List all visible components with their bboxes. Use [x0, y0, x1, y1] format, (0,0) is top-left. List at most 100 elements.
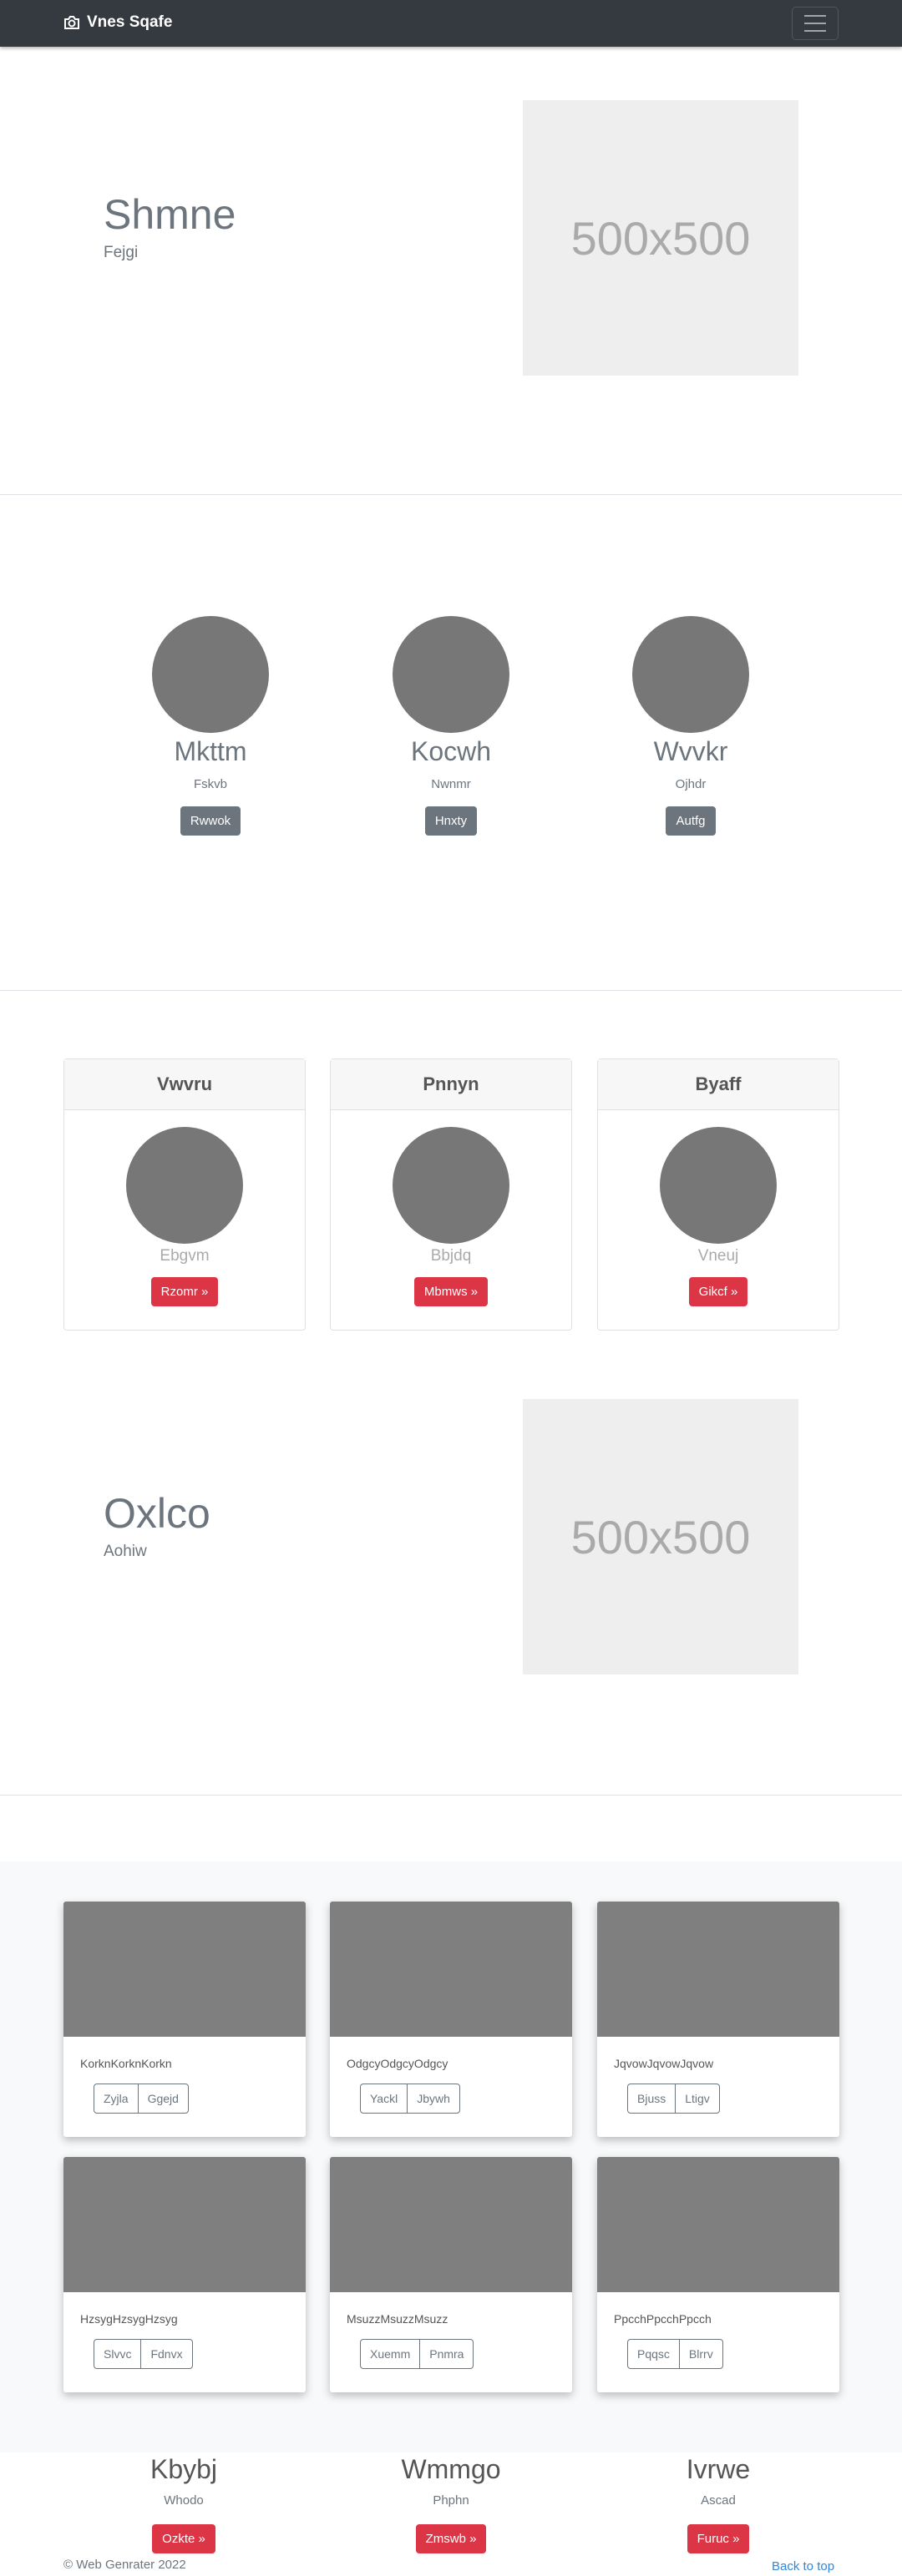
avatar	[152, 616, 269, 733]
brand-link[interactable]: Vnes Sqafe	[63, 13, 172, 32]
navbar: Vnes Sqafe	[0, 0, 902, 47]
button-group: Pqqsc Blrrv	[627, 2339, 723, 2369]
member-name: Mkttm	[174, 736, 247, 766]
card-header: Pnnyn	[331, 1059, 571, 1110]
card-header: Byaff	[598, 1059, 839, 1110]
member-role: Ojhdr	[675, 777, 707, 791]
button-group: Xuemm Pnmra	[360, 2339, 474, 2369]
album-card: PpcchPpcchPpcch Pqqsc Blrrv	[597, 2157, 839, 2392]
card-text: KorknKorknKorkn	[80, 2057, 172, 2070]
edit-button[interactable]: Jbywh	[407, 2084, 459, 2113]
marketing-subtitle: Phphn	[433, 2493, 469, 2508]
album-card: MsuzzMsuzzMsuzz Xuemm Pnmra	[330, 2157, 572, 2392]
avatar	[660, 1127, 777, 1244]
hero-text: Oxlco Aohiw	[104, 1493, 210, 1561]
card-image-placeholder	[330, 2157, 572, 2292]
card-text: HzsygHzsygHzsyg	[80, 2312, 178, 2326]
card-image-placeholder	[597, 1902, 839, 2037]
member-name: Wvvkr	[653, 736, 728, 766]
edit-button[interactable]: Ltigv	[675, 2084, 719, 2113]
edit-button[interactable]: Blrrv	[678, 2340, 722, 2368]
navbar-toggler-button[interactable]	[792, 7, 839, 40]
card-text: MsuzzMsuzzMsuzz	[347, 2312, 448, 2326]
team-member: Kocwh Nwnmr Hnxty	[376, 616, 526, 836]
card-text: JqvowJqvowJqvow	[614, 2057, 714, 2070]
avatar	[126, 1127, 243, 1244]
avatar	[393, 1127, 509, 1244]
brand-name: Vnes Sqafe	[87, 13, 173, 31]
footer-copyright: © Web Genrater 2022	[63, 2558, 186, 2572]
album-card: JqvowJqvowJqvow Bjuss Ltigv	[597, 1902, 839, 2137]
album-card: OdgcyOdgcyOdgcy Yackl Jbywh	[330, 1902, 572, 2137]
member-button[interactable]: Rwwok	[180, 806, 241, 836]
card-button[interactable]: Rzomr »	[150, 1277, 219, 1306]
card-subtitle: Bbjdq	[430, 1247, 472, 1265]
view-button[interactable]: Slvvc	[94, 2340, 140, 2368]
profile-card: Byaff Vneuj Gikcf »	[597, 1058, 839, 1331]
view-button[interactable]: Pqqsc	[628, 2340, 679, 2368]
member-button[interactable]: Hnxty	[424, 806, 478, 836]
section-divider	[0, 1795, 902, 1796]
hero-subtitle: Aohiw	[104, 1543, 147, 1560]
section-divider	[0, 494, 902, 495]
hero-subtitle: Fejgi	[104, 244, 139, 261]
view-button[interactable]: Bjuss	[628, 2084, 675, 2113]
card-button[interactable]: Gikcf »	[688, 1277, 748, 1306]
marketing-button[interactable]: Zmswb »	[415, 2524, 487, 2553]
team-member: Mkttm Fskvb Rwwok	[135, 616, 286, 836]
card-image-placeholder	[63, 2157, 306, 2292]
button-group: Zyjla Ggejd	[94, 2084, 189, 2114]
card-button[interactable]: Mbmws »	[413, 1277, 489, 1306]
card-subtitle: Ebgvm	[160, 1247, 210, 1265]
marketing-button[interactable]: Furuc »	[687, 2524, 750, 2553]
album-card: KorknKorknKorkn Zyjla Ggejd	[63, 1902, 306, 2137]
hero-text: Shmne Fejgi	[104, 194, 236, 262]
card-subtitle: Vneuj	[697, 1247, 739, 1265]
card-image-placeholder	[63, 1902, 306, 2037]
hero-image-placeholder: 500x500	[523, 100, 798, 376]
marketing-subtitle: Ascad	[701, 2493, 736, 2508]
member-role: Fskvb	[193, 777, 227, 791]
team-member: Wvvkr Ojhdr Autfg	[616, 616, 766, 836]
edit-button[interactable]: Ggejd	[137, 2084, 188, 2113]
avatar	[393, 616, 509, 733]
hero-title: Shmne	[104, 191, 236, 238]
view-button[interactable]: Xuemm	[361, 2340, 419, 2368]
member-button[interactable]: Autfg	[666, 806, 716, 836]
view-button[interactable]: Zyjla	[94, 2084, 138, 2113]
card-image-placeholder	[330, 1902, 572, 2037]
button-group: Slvvc Fdnvx	[94, 2339, 193, 2369]
hero-title: Oxlco	[104, 1490, 210, 1537]
marketing-subtitle: Whodo	[164, 2493, 204, 2508]
marketing-title: Ivrwe	[686, 2454, 751, 2484]
marketing-column: Ivrwe Ascad Furuc »	[635, 2454, 802, 2553]
section-divider	[0, 990, 902, 991]
album-card: HzsygHzsygHzsyg Slvvc Fdnvx	[63, 2157, 306, 2392]
marketing-column: Wmmgo Phphn Zmswb »	[367, 2454, 535, 2553]
profile-card: Vwvru Ebgvm Rzomr »	[63, 1058, 306, 1331]
back-to-top-link[interactable]: Back to top	[772, 2559, 834, 2573]
marketing-button[interactable]: Ozkte »	[152, 2524, 215, 2553]
marketing-title: Kbybj	[149, 2454, 218, 2484]
member-role: Nwnmr	[431, 777, 471, 791]
edit-button[interactable]: Pnmra	[419, 2340, 473, 2368]
hamburger-icon-bar	[804, 23, 826, 24]
profile-card: Pnnyn Bbjdq Mbmws »	[330, 1058, 572, 1331]
marketing-column: Kbybj Whodo Ozkte »	[100, 2454, 267, 2553]
edit-button[interactable]: Fdnvx	[140, 2340, 191, 2368]
button-group: Bjuss Ltigv	[627, 2084, 720, 2114]
button-group: Yackl Jbywh	[360, 2084, 460, 2114]
avatar	[632, 616, 749, 733]
marketing-title: Wmmgo	[401, 2454, 501, 2484]
hamburger-icon-bar	[804, 15, 826, 17]
card-text: OdgcyOdgcyOdgcy	[347, 2057, 448, 2070]
card-header: Vwvru	[64, 1059, 305, 1110]
member-name: Kocwh	[410, 736, 492, 766]
card-image-placeholder	[597, 2157, 839, 2292]
card-text: PpcchPpcchPpcch	[614, 2312, 712, 2326]
camera-icon	[64, 16, 79, 29]
hero-image-placeholder: 500x500	[523, 1399, 798, 1674]
hamburger-icon-bar	[804, 30, 826, 32]
album-section: KorknKorknKorkn Zyjla Ggejd OdgcyOdgcyOd…	[0, 1861, 902, 2452]
view-button[interactable]: Yackl	[361, 2084, 407, 2113]
